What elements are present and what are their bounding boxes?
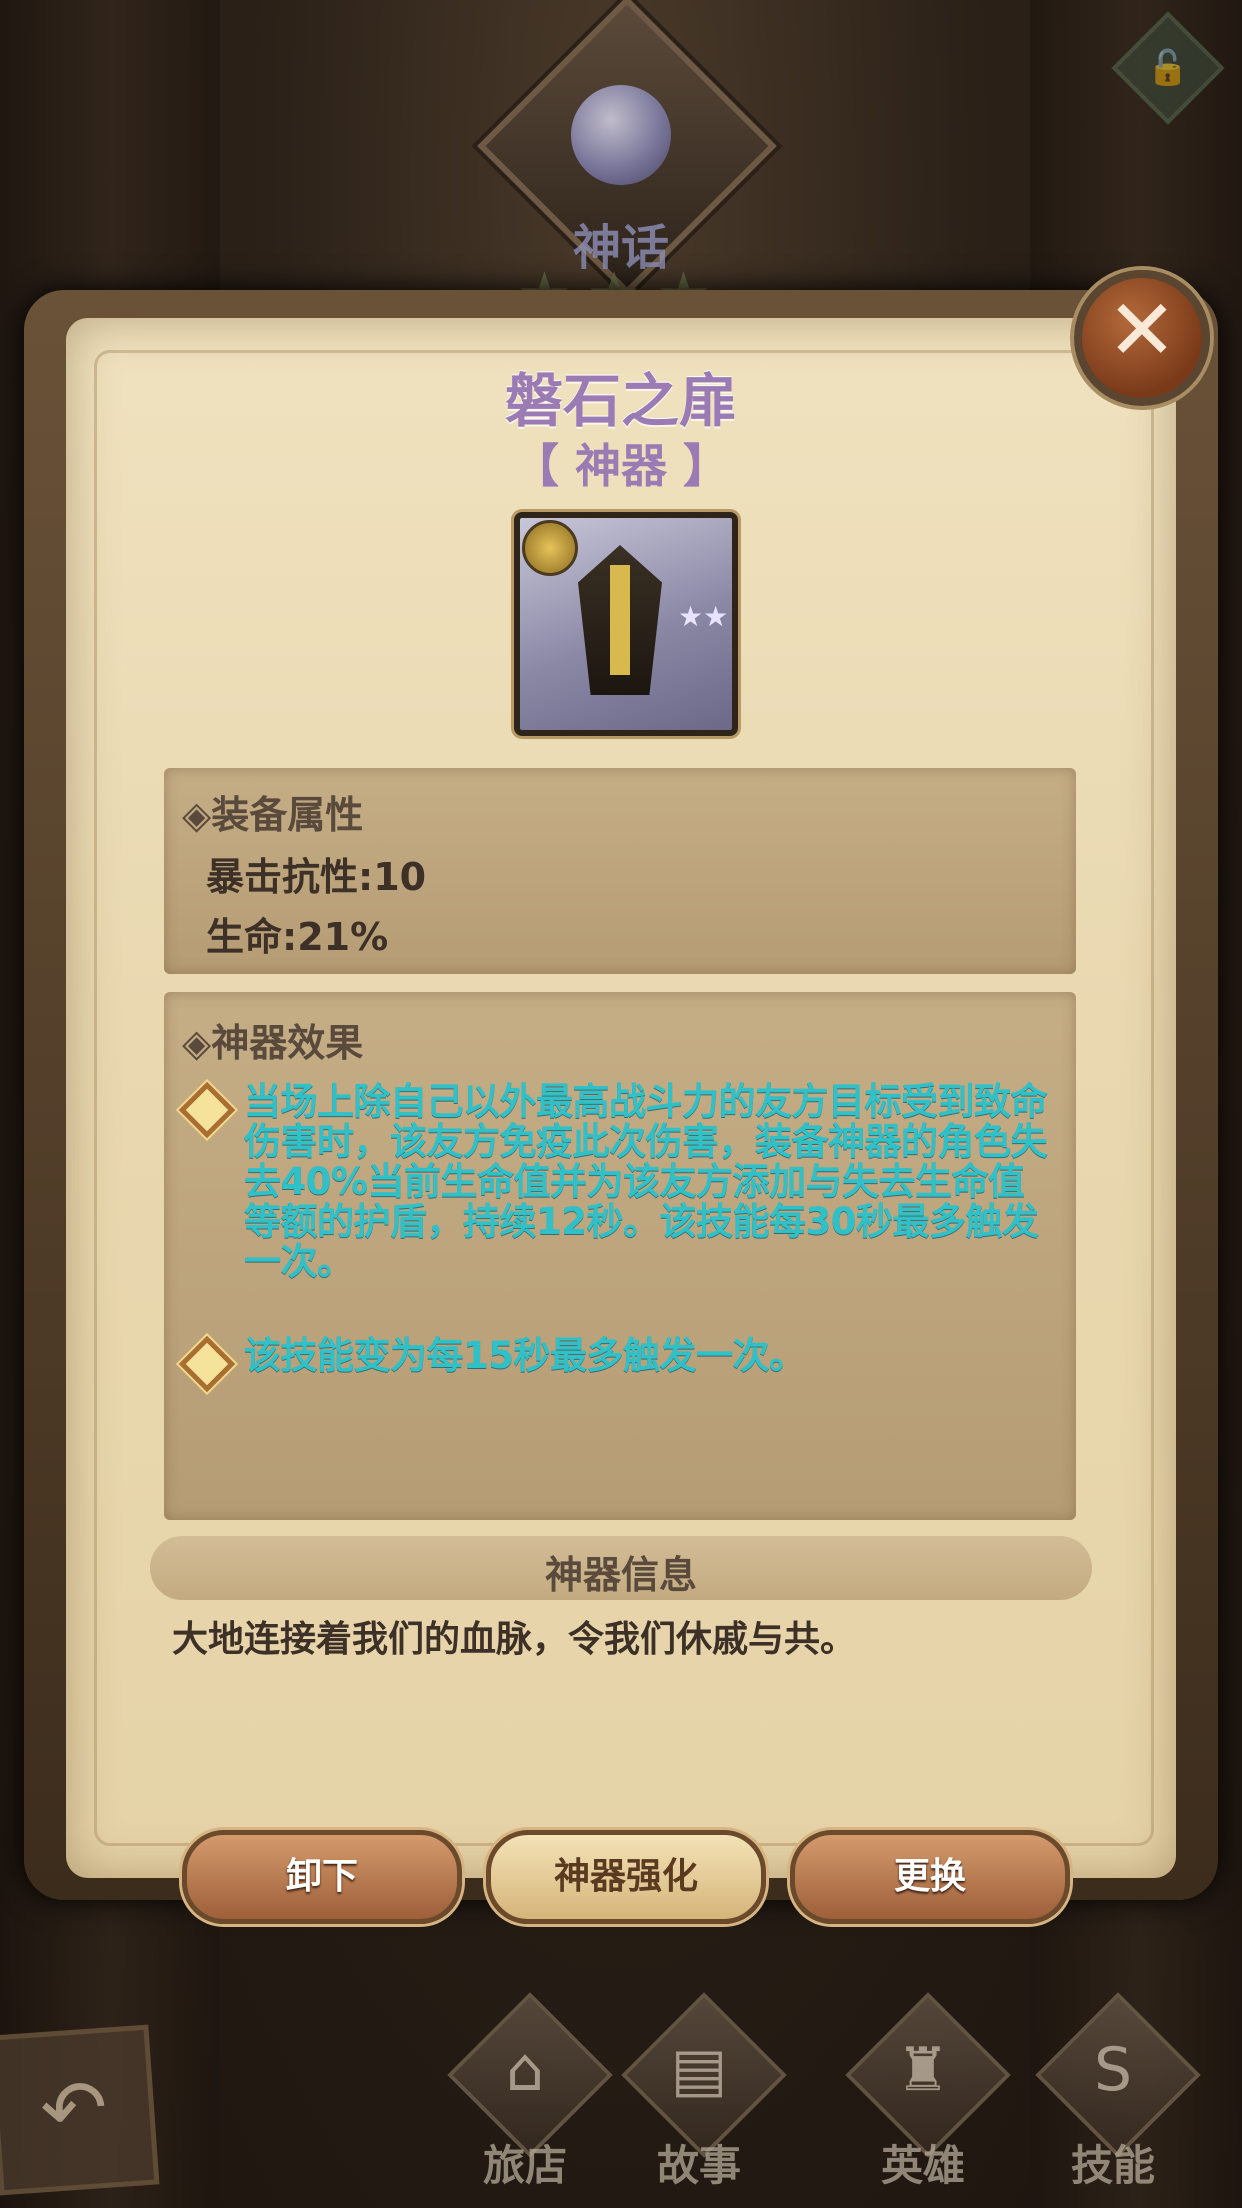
effects-header: ◈神器效果 [182,1021,364,1065]
artifact-type: 【 神器 】 [512,439,730,493]
back-button[interactable]: ↶ [0,2024,160,2196]
faction-badge-icon [522,520,578,576]
nav-inn[interactable]: ⌂ 旅店 [440,1992,613,2200]
attributes-header: ◈装备属性 [182,793,364,837]
artifact-icon-stars: ★★ [678,600,729,633]
gem-icon [571,85,671,185]
nav-skill[interactable]: S 技能 [1028,1992,1201,2200]
enhance-button[interactable]: 神器强化 [486,1830,766,1924]
info-description: 大地连接着我们的血脉，令我们休戚与共。 [172,1619,857,1660]
back-arrow-icon: ↶ [37,2060,111,2159]
cross-emblem [610,565,630,675]
book-glyph: ▤ [670,2035,728,2105]
effect-text-1: 当场上除自己以外最高战斗力的友方目标受到致命伤害时，该友方免疫此次伤害，装备神器… [244,1080,1048,1283]
inn-glyph: ⌂ [505,2035,545,2105]
nav-label-hero: 英雄 [880,2141,965,2190]
info-header: 神器信息 [544,1553,697,1597]
skill-glyph: S [1093,2035,1133,2105]
lock-glyph: 🔓 [1146,48,1190,88]
unequip-button[interactable]: 卸下 [182,1830,462,1924]
artifact-name: 磐石之扉 [504,367,737,435]
effect-text-2: 该技能变为每15秒最多触发一次。 [244,1334,806,1377]
replace-button[interactable]: 更换 [790,1830,1070,1924]
nav-hero[interactable]: ♜ 英雄 [838,1992,1011,2200]
stat-hp: 生命:21% [206,915,389,959]
hero-glyph: ♜ [896,2035,950,2105]
nav-label-skill: 技能 [1070,2141,1155,2190]
stat-crit-resist: 暴击抗性:10 [206,855,427,899]
nav-label-inn: 旅店 [482,2141,567,2190]
nav-story[interactable]: ▤ 故事 [614,1992,787,2200]
nav-label-story: 故事 [656,2141,741,2190]
